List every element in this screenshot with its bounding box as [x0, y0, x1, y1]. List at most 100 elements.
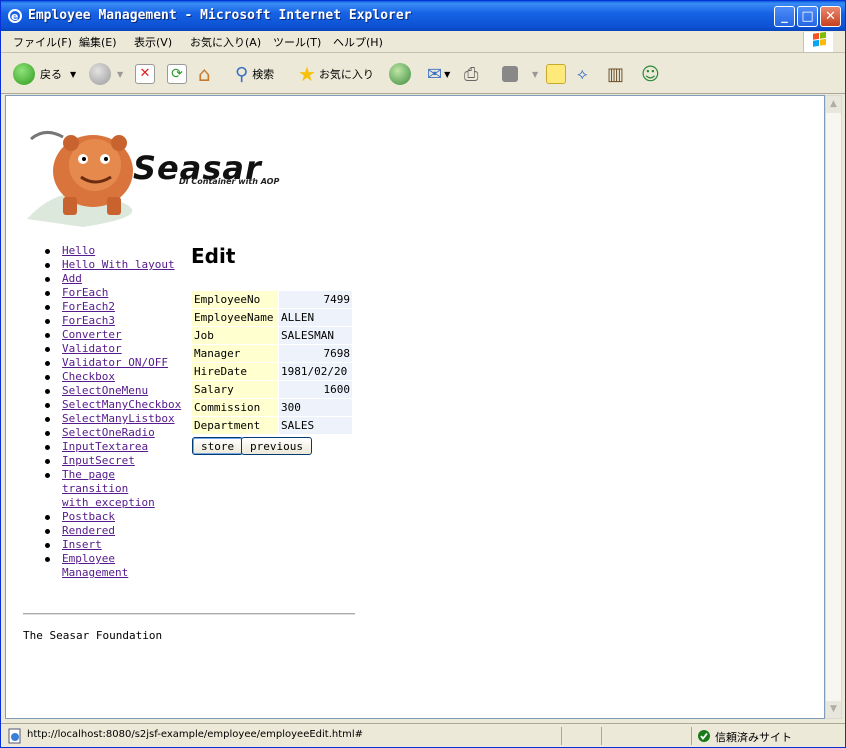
nav-link-hello-with-layout[interactable]: Hello With layout	[62, 258, 175, 271]
menu-help[interactable]: ヘルプ(H)	[333, 34, 383, 50]
mail-button[interactable]: ✉ ▼	[427, 60, 450, 88]
field-label: Job	[192, 327, 278, 344]
nav-link-inputsecret[interactable]: InputSecret	[62, 454, 135, 467]
footer-divider	[23, 613, 355, 615]
browser-window: e Employee Management - Microsoft Intern…	[0, 0, 846, 748]
nav-link-page-transition[interactable]: The page transition with exception	[62, 468, 155, 509]
field-value: 300	[279, 399, 352, 416]
forward-button[interactable]: ▼	[89, 60, 123, 88]
windows-flag-icon	[803, 31, 833, 52]
title-bar[interactable]: e Employee Management - Microsoft Intern…	[1, 1, 845, 31]
nav-link-converter[interactable]: Converter	[62, 328, 122, 341]
status-separator	[691, 727, 692, 745]
scroll-down-arrow-icon[interactable]: ▼	[826, 701, 841, 718]
field-value: 7499	[279, 291, 352, 308]
status-bar: http://localhost:8080/s2jsf-example/empl…	[1, 723, 845, 747]
logo-subtitle: DI Container with AOP	[179, 177, 280, 186]
forward-arrow-icon	[89, 63, 111, 85]
store-button[interactable]: store	[192, 437, 244, 455]
nav-item: Converter	[41, 328, 191, 342]
table-row: Commission 300	[192, 399, 352, 416]
nav-item: SelectOneMenu	[41, 384, 191, 398]
field-label: HireDate	[192, 363, 278, 380]
nav-item: Insert	[41, 538, 191, 552]
search-button[interactable]: ⚲ 検索	[235, 60, 274, 88]
nav-link-selectoneradio[interactable]: SelectOneRadio	[62, 426, 155, 439]
edit-dropdown-icon[interactable]: ▼	[532, 70, 538, 79]
media-button[interactable]: ▥	[607, 60, 624, 88]
field-value: SALES	[279, 417, 352, 434]
toolbar: 戻る ▼ ▼ ✕ ⟳ ⌂ ⚲ 検索 ★ お気に入り ✉ ▼ ⎙ ▼ ⟡ ▥ ☺	[1, 54, 845, 94]
nav-link-selectmanycheckbox[interactable]: SelectManyCheckbox	[62, 398, 181, 411]
mail-icon: ✉	[427, 63, 443, 85]
nav-link-hello[interactable]: Hello	[62, 244, 95, 257]
discuss-button[interactable]	[546, 60, 566, 88]
nav-item: Validator	[41, 342, 191, 356]
history-icon	[389, 63, 411, 85]
menu-tools[interactable]: ツール(T)	[273, 34, 321, 50]
close-button[interactable]: ✕	[820, 6, 841, 27]
nav-link-checkbox[interactable]: Checkbox	[62, 370, 115, 383]
nav-link-foreach3[interactable]: ForEach3	[62, 314, 115, 327]
nav-item: Add	[41, 272, 191, 286]
nav-item: Rendered	[41, 524, 191, 538]
nav-item: SelectOneRadio	[41, 426, 191, 440]
table-row: Salary 1600	[192, 381, 352, 398]
menu-edit[interactable]: 編集(E)	[79, 34, 117, 50]
table-row: HireDate 1981/02/20	[192, 363, 352, 380]
nav-link-inputtextarea[interactable]: InputTextarea	[62, 440, 148, 453]
home-button[interactable]: ⌂	[198, 60, 211, 88]
field-value: 1981/02/20	[279, 363, 352, 380]
previous-button[interactable]: previous	[241, 437, 312, 455]
nav-link-validator-onoff[interactable]: Validator ON/OFF	[62, 356, 168, 369]
menu-favorites[interactable]: お気に入り(A)	[190, 34, 261, 50]
trusted-site-check-icon	[698, 730, 710, 742]
nav-link-employee-management[interactable]: Employee Management	[62, 552, 128, 579]
nav-item: Employee Management	[41, 552, 151, 580]
nav-item: ForEach2	[41, 300, 191, 314]
print-button[interactable]: ⎙	[464, 60, 478, 88]
edit-icon	[502, 66, 518, 82]
back-label: 戻る	[40, 68, 62, 81]
vertical-scrollbar[interactable]: ▲ ▼	[825, 95, 842, 719]
media-icon: ▥	[607, 63, 625, 85]
scroll-up-arrow-icon[interactable]: ▲	[826, 96, 841, 113]
menu-file[interactable]: ファイル(F)	[13, 34, 72, 50]
field-value: ALLEN	[279, 309, 352, 326]
svg-text:e: e	[11, 10, 18, 23]
nav-item: InputSecret	[41, 454, 191, 468]
forward-dropdown-icon[interactable]: ▼	[117, 70, 123, 79]
page-title: Edit	[191, 244, 236, 268]
nav-link-selectmanylistbox[interactable]: SelectManyListbox	[62, 412, 175, 425]
history-button[interactable]	[389, 60, 411, 88]
nav-item: Hello	[41, 244, 191, 258]
nav-link-validator[interactable]: Validator	[62, 342, 122, 355]
back-arrow-icon	[13, 63, 35, 85]
status-separator	[601, 727, 602, 745]
research-button[interactable]: ⟡	[577, 60, 588, 88]
maximize-button[interactable]: □	[797, 6, 818, 27]
edit-button[interactable]: ▼	[502, 60, 538, 88]
menu-view[interactable]: 表示(V)	[134, 34, 172, 50]
nav-link-foreach2[interactable]: ForEach2	[62, 300, 115, 313]
refresh-button[interactable]: ⟳	[167, 60, 187, 88]
nav-link-selectonemenu[interactable]: SelectOneMenu	[62, 384, 148, 397]
nav-link-add[interactable]: Add	[62, 272, 82, 285]
messenger-button[interactable]: ☺	[641, 60, 660, 88]
nav-link-insert[interactable]: Insert	[62, 538, 102, 551]
stop-button[interactable]: ✕	[135, 60, 155, 88]
menu-bar: ファイル(F) 編集(E) 表示(V) お気に入り(A) ツール(T) ヘルプ(…	[1, 31, 845, 53]
minimize-button[interactable]: _	[774, 6, 795, 27]
nav-item: Checkbox	[41, 370, 191, 384]
nav-link-foreach[interactable]: ForEach	[62, 286, 108, 299]
nav-link-postback[interactable]: Postback	[62, 510, 115, 523]
nav-link-rendered[interactable]: Rendered	[62, 524, 115, 537]
favorites-button[interactable]: ★ お気に入り	[298, 60, 374, 88]
mail-dropdown-icon[interactable]: ▼	[444, 70, 450, 79]
research-icon: ⟡	[577, 64, 588, 83]
back-button[interactable]: 戻る ▼	[13, 60, 76, 88]
table-row: Job SALESMAN	[192, 327, 352, 344]
page-icon	[8, 728, 21, 744]
print-icon: ⎙	[464, 63, 479, 85]
back-dropdown-icon[interactable]: ▼	[70, 70, 76, 79]
